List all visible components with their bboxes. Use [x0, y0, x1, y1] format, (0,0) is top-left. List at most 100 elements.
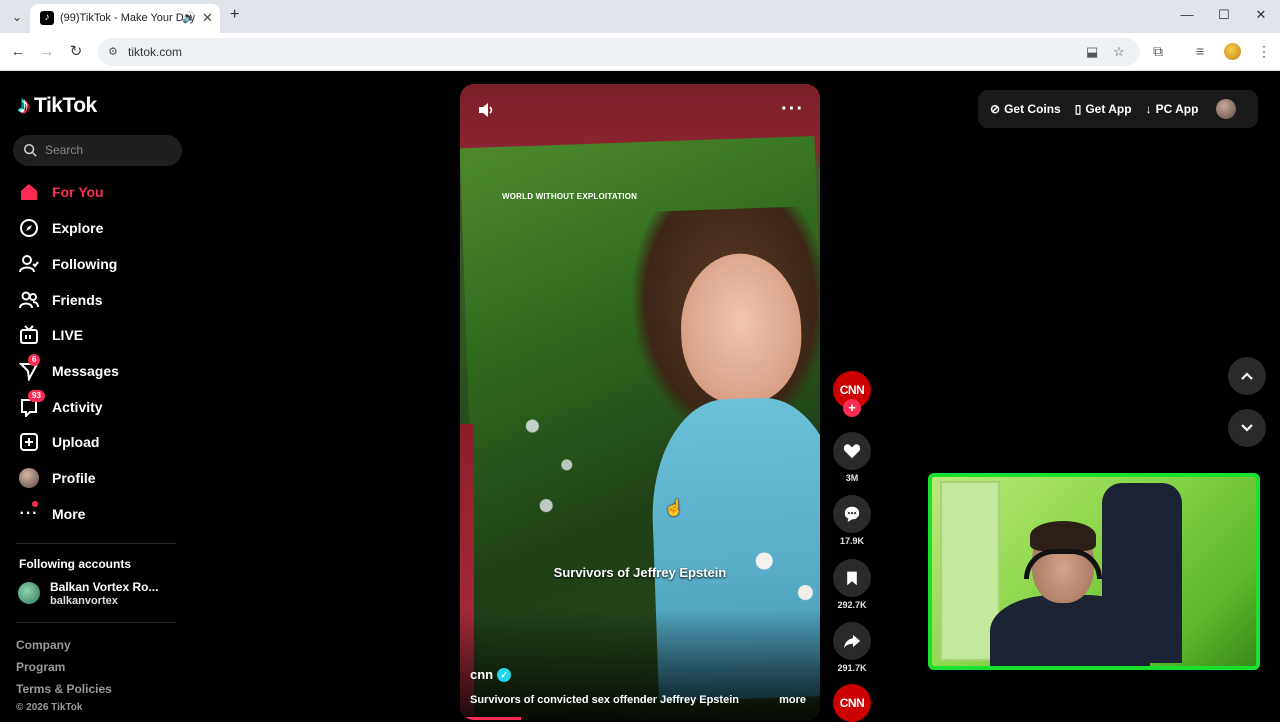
- nav-label: LIVE: [52, 327, 84, 343]
- nav-label: Upload: [52, 434, 100, 450]
- account-handle[interactable]: balkanvortex: [50, 595, 118, 607]
- get-app-label: Get App: [1085, 102, 1132, 116]
- minimize-icon[interactable]: —: [1177, 7, 1197, 22]
- creator-avatar[interactable]: CNN +: [833, 371, 871, 417]
- save-button[interactable]: 292.7K: [833, 559, 871, 610]
- live-tv-icon: [18, 324, 40, 346]
- coin-icon: ⊘: [990, 102, 1001, 116]
- activity-badge: 93: [28, 390, 45, 402]
- maximize-icon[interactable]: ☐: [1214, 7, 1234, 23]
- browser-toolbar: ← → ↻ ⚙ tiktok.com ⬓ ☆ ⧉ ≡ ⋮: [0, 33, 1280, 71]
- nav-more[interactable]: ··· More: [18, 500, 188, 528]
- reload-icon[interactable]: ↻: [67, 43, 85, 61]
- video-overlay-text: WORLD WITHOUT EXPLOITATION: [502, 192, 638, 201]
- share-count: 291.7K: [837, 663, 867, 673]
- bookmark-icon[interactable]: [833, 559, 871, 597]
- nav-label: Friends: [52, 292, 103, 308]
- address-bar[interactable]: ⚙ tiktok.com ⬓ ☆: [98, 38, 1140, 66]
- like-count: 3M: [845, 473, 859, 483]
- tiktok-logo[interactable]: ♪ TikTok: [18, 92, 97, 120]
- follow-plus-icon[interactable]: +: [843, 399, 861, 417]
- verified-badge-icon: ✓: [497, 667, 512, 682]
- site-info-icon[interactable]: ⚙: [108, 45, 118, 58]
- footer-link-company[interactable]: Company: [16, 638, 71, 652]
- header-actions: ⊘ Get Coins ▯ Get App ↓ PC App: [978, 90, 1258, 128]
- sidebar-divider: [16, 622, 176, 623]
- browser-profile-avatar[interactable]: [1224, 43, 1241, 60]
- download-icon: ↓: [1145, 102, 1152, 116]
- tab-search-chevron-icon[interactable]: ⌄: [8, 8, 26, 26]
- video-player[interactable]: ··· WORLD WITHOUT EXPLOITATION Survivors…: [460, 84, 820, 720]
- nav-label: Messages: [52, 363, 119, 379]
- copyright: © 2026 TikTok: [16, 702, 83, 713]
- get-app-button[interactable]: ▯ Get App: [1075, 102, 1132, 116]
- get-coins-label: Get Coins: [1004, 102, 1061, 116]
- footer-link-terms[interactable]: Terms & Policies: [16, 682, 112, 696]
- back-icon[interactable]: ←: [9, 43, 27, 61]
- nav-activity[interactable]: 93 Activity: [18, 390, 188, 421]
- pc-app-label: PC App: [1155, 102, 1199, 116]
- url-text: tiktok.com: [128, 45, 183, 59]
- volume-icon[interactable]: [476, 100, 496, 120]
- nav-for-you[interactable]: For You: [18, 178, 188, 206]
- forward-icon[interactable]: →: [38, 43, 56, 61]
- heart-icon[interactable]: [833, 432, 871, 470]
- media-controls-icon[interactable]: ≡: [1196, 43, 1204, 59]
- nav-explore[interactable]: Explore: [18, 214, 188, 242]
- sound-disc[interactable]: CNN: [833, 684, 871, 722]
- extensions-icon[interactable]: ⧉: [1153, 43, 1163, 60]
- nav-label: For You: [52, 184, 104, 200]
- install-app-icon[interactable]: ⬓: [1086, 44, 1098, 60]
- account-name[interactable]: Balkan Vortex Ro...: [50, 580, 158, 594]
- like-button[interactable]: 3M: [833, 432, 871, 483]
- nav-profile[interactable]: Profile: [18, 464, 188, 492]
- nav-label: Explore: [52, 220, 104, 236]
- share-button[interactable]: 291.7K: [833, 622, 871, 673]
- compass-icon: [18, 217, 40, 239]
- tiktok-favicon-icon: ♪: [40, 11, 54, 25]
- nav-friends[interactable]: Friends: [18, 286, 188, 314]
- tiktok-note-icon: ♪: [18, 92, 30, 119]
- video-author[interactable]: cnn ✓: [470, 667, 512, 682]
- phone-icon: ▯: [1074, 102, 1082, 116]
- browser-tab[interactable]: ♪ (99)TikTok - Make Your Day 🔊 ✕: [30, 4, 220, 33]
- video-options-icon[interactable]: ···: [781, 98, 804, 121]
- bookmark-star-icon[interactable]: ☆: [1113, 44, 1125, 60]
- browser-menu-icon[interactable]: ⋮: [1257, 43, 1271, 60]
- account-avatar[interactable]: [18, 582, 40, 604]
- more-notification-dot: [32, 501, 38, 507]
- search-icon: [23, 143, 37, 157]
- description-more-link[interactable]: more: [779, 694, 806, 706]
- nav-label: Activity: [52, 399, 103, 415]
- activity-icon: 93: [18, 390, 45, 418]
- following-accounts-title: Following accounts: [19, 557, 132, 571]
- author-name[interactable]: cnn: [470, 667, 493, 682]
- next-video-button[interactable]: [1228, 409, 1266, 447]
- nav-live[interactable]: LIVE: [18, 321, 188, 349]
- friends-icon: [18, 289, 40, 311]
- window-close-icon[interactable]: ✕: [1251, 7, 1271, 23]
- pc-app-button[interactable]: ↓ PC App: [1146, 102, 1199, 116]
- share-arrow-icon[interactable]: [833, 622, 871, 660]
- tab-audio-icon[interactable]: 🔊: [182, 11, 196, 24]
- footer-link-program[interactable]: Program: [16, 660, 65, 674]
- nav-upload[interactable]: Upload: [18, 428, 188, 456]
- search-input[interactable]: Search: [13, 135, 182, 166]
- comment-count: 17.9K: [839, 536, 865, 546]
- comment-icon[interactable]: [833, 495, 871, 533]
- get-coins-button[interactable]: ⊘ Get Coins: [990, 102, 1061, 116]
- previous-video-button[interactable]: [1228, 357, 1266, 395]
- video-description: Survivors of convicted sex offender Jeff…: [470, 694, 739, 706]
- comment-button[interactable]: 17.9K: [833, 495, 871, 546]
- music-disc-avatar[interactable]: CNN: [833, 684, 871, 722]
- video-caption: Survivors of Jeffrey Epstein: [553, 565, 727, 580]
- nav-label: More: [52, 506, 86, 522]
- nav-following[interactable]: Following: [18, 250, 188, 278]
- nav-messages[interactable]: 6 Messages: [18, 354, 188, 385]
- user-avatar[interactable]: [1216, 99, 1237, 119]
- person-follow-icon: [18, 253, 40, 275]
- new-tab-icon[interactable]: +: [230, 6, 239, 24]
- nav-label: Following: [52, 256, 118, 272]
- tab-close-icon[interactable]: ✕: [202, 10, 213, 26]
- save-count: 292.7K: [837, 600, 867, 610]
